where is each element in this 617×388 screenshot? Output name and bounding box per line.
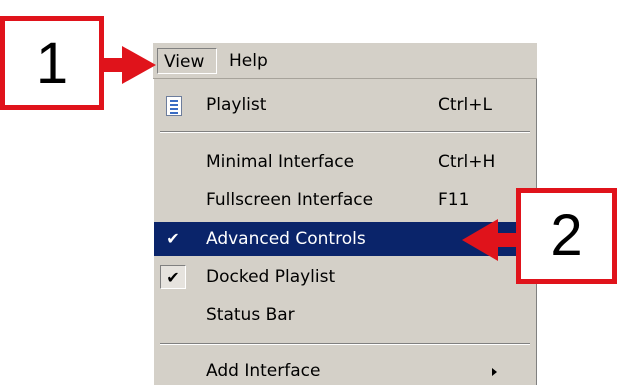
menu-item-label: Add Interface (206, 361, 321, 381)
checkmark-icon: ✔ (160, 265, 186, 289)
menu-item-label: Advanced Controls (206, 229, 366, 249)
menu-item-fullscreen-interface[interactable]: Fullscreen Interface F11 (154, 183, 536, 217)
view-dropdown-menu: Playlist Ctrl+L Minimal Interface Ctrl+H… (153, 79, 537, 385)
menu-separator (160, 343, 530, 345)
menu-item-shortcut: Ctrl+H (438, 152, 496, 172)
menu-item-label: Playlist (206, 95, 267, 115)
checkmark-icon: ✔ (166, 229, 180, 248)
menu-item-label: Docked Playlist (206, 267, 336, 287)
menu-item-label: Status Bar (206, 305, 295, 325)
playlist-icon (166, 96, 182, 116)
menu-item-label: Fullscreen Interface (206, 190, 374, 210)
menu-item-shortcut: F11 (438, 190, 470, 210)
menu-item-status-bar[interactable]: Status Bar (154, 298, 536, 332)
menu-help[interactable]: Help (223, 48, 273, 74)
callout-1: 1 (0, 16, 104, 110)
menu-item-shortcut: Ctrl+L (438, 95, 492, 115)
menu-item-docked-playlist[interactable]: ✔ Docked Playlist (154, 260, 536, 294)
menu-item-advanced-controls[interactable]: ✔ Advanced Controls (154, 222, 536, 256)
menu-item-add-interface[interactable]: Add Interface (154, 354, 536, 388)
callout-2: 2 (516, 188, 617, 284)
menu-item-label: Minimal Interface (206, 152, 355, 172)
menu-view[interactable]: View (157, 48, 217, 74)
arrow-1-icon (104, 46, 156, 84)
submenu-arrow-icon (492, 368, 497, 376)
menu-item-minimal-interface[interactable]: Minimal Interface Ctrl+H (154, 145, 536, 179)
menu-separator (160, 131, 530, 133)
menu-item-playlist[interactable]: Playlist Ctrl+L (154, 88, 536, 122)
menu-bar: View Help (153, 43, 537, 79)
